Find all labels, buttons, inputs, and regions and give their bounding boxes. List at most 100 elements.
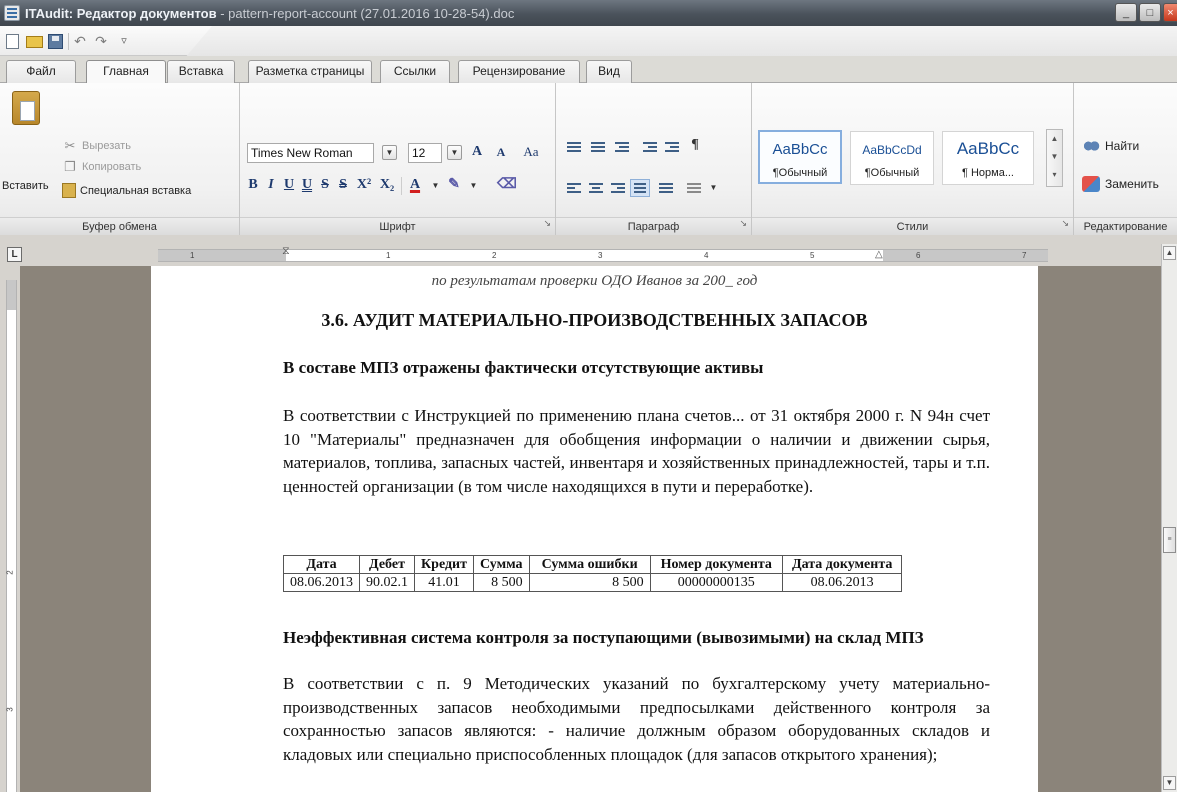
- increase-indent-icon[interactable]: [662, 138, 682, 156]
- tab-view[interactable]: Вид: [586, 60, 632, 83]
- minimize-button[interactable]: _: [1115, 3, 1137, 22]
- redo-icon[interactable]: ↷: [93, 34, 109, 49]
- italic-button[interactable]: I: [262, 176, 280, 196]
- close-button[interactable]: ×: [1163, 3, 1177, 22]
- double-underline-button[interactable]: U: [298, 176, 316, 196]
- styles-group-label: Стили ↘: [752, 217, 1073, 235]
- window-title-doc: - pattern-report-account (27.01.2016 10-…: [216, 5, 515, 21]
- tab-references[interactable]: Ссылки: [380, 60, 450, 83]
- table-header: Кредит: [414, 555, 474, 574]
- quick-access-toolbar: ↶ ↷ ▿: [0, 26, 1177, 56]
- table-header: Дебет: [359, 555, 415, 574]
- align-right-icon[interactable]: [608, 179, 628, 197]
- font-size-select[interactable]: 12: [408, 143, 442, 163]
- highlight-dropdown-icon[interactable]: ▼: [466, 179, 481, 194]
- style-name: ¶ Норма...: [962, 167, 1014, 179]
- scroll-up-icon[interactable]: ▲: [1163, 246, 1176, 260]
- font-group: Times New Roman ▼ 12 ▼ A A Aa B I U U S …: [240, 83, 556, 235]
- open-folder-icon[interactable]: [26, 36, 43, 48]
- numbering-icon[interactable]: [588, 138, 608, 156]
- save-icon[interactable]: [48, 34, 63, 49]
- font-separator: [401, 177, 402, 195]
- line-spacing-icon[interactable]: [656, 179, 676, 197]
- table-cell: 08.06.2013: [283, 573, 360, 592]
- shading-icon[interactable]: [684, 179, 704, 197]
- document-page[interactable]: по результатам проверки ОДО Иванов за 20…: [151, 266, 1038, 792]
- table-cell: 41.01: [414, 573, 474, 592]
- justify-icon[interactable]: [630, 179, 650, 197]
- window-title: ITAudit: Редактор документов - pattern-r…: [25, 6, 514, 21]
- multilevel-list-icon[interactable]: [612, 138, 632, 156]
- strikethrough-button[interactable]: S: [316, 176, 334, 196]
- bullets-icon[interactable]: [564, 138, 584, 156]
- scroll-down-icon[interactable]: ▼: [1163, 776, 1176, 790]
- subscript-button[interactable]: X₂: [376, 176, 398, 196]
- paste-icon[interactable]: [12, 91, 40, 125]
- ruler-label: 2: [492, 251, 497, 260]
- align-left-icon[interactable]: [564, 179, 584, 197]
- font-size-dropdown-icon[interactable]: ▼: [447, 145, 462, 160]
- style-sample: AaBbCc: [956, 139, 1020, 158]
- style-item-normal-2[interactable]: AaBbCcDd ¶Обычный: [850, 131, 934, 185]
- double-strikethrough-button[interactable]: S: [334, 176, 352, 196]
- ruler-label: 1: [386, 251, 391, 260]
- shading-dropdown-icon[interactable]: ▼: [706, 181, 721, 196]
- paste-button[interactable]: Вставить: [2, 180, 49, 192]
- decrease-indent-icon[interactable]: [640, 138, 660, 156]
- ruler-left-margin: [158, 250, 286, 261]
- customize-toolbar-icon[interactable]: ▿: [116, 34, 132, 49]
- font-name-dropdown-icon[interactable]: ▼: [382, 145, 397, 160]
- scissors-icon: ✂: [64, 138, 76, 153]
- font-color-dropdown-icon[interactable]: ▼: [428, 179, 443, 194]
- align-center-icon[interactable]: [586, 179, 606, 197]
- styles-dialog-launcher-icon[interactable]: ↘: [1061, 214, 1069, 232]
- replace-button[interactable]: Заменить: [1082, 176, 1159, 192]
- font-name-select[interactable]: Times New Roman: [247, 143, 374, 163]
- bold-button[interactable]: B: [244, 176, 262, 196]
- section-title: 3.6. АУДИТ МАТЕРИАЛЬНО-ПРОИЗВОДСТВЕННЫХ …: [321, 310, 868, 330]
- undo-icon[interactable]: ↶: [72, 34, 88, 49]
- horizontal-ruler[interactable]: 1 1 2 3 4 5 6 7 ⧖ △: [158, 245, 1048, 262]
- copy-icon: ❐: [64, 159, 76, 174]
- vertical-ruler[interactable]: 2 3: [6, 280, 17, 792]
- table-header: Дата: [283, 555, 360, 574]
- change-case-button[interactable]: Aa: [518, 143, 544, 163]
- underline-button[interactable]: U: [280, 176, 298, 196]
- copy-label: Копировать: [82, 161, 142, 173]
- tab-selector-icon[interactable]: L: [7, 247, 22, 262]
- table-header: Дата документа: [781, 555, 903, 574]
- style-item-normal[interactable]: AaBbCc ¶Обычный: [758, 130, 842, 184]
- copy-button[interactable]: ❐ Копировать: [62, 160, 141, 174]
- pilcrow-button[interactable]: ¶: [686, 136, 704, 156]
- tab-insert[interactable]: Вставка: [167, 60, 235, 83]
- special-paste-button[interactable]: Специальная вставка: [62, 183, 191, 198]
- shrink-font-button[interactable]: A: [492, 143, 510, 163]
- vertical-ruler-label: 3: [5, 707, 15, 712]
- ribbon-tabs: Файл Главная Вставка Разметка страницы С…: [0, 56, 1177, 84]
- vertical-scrollbar[interactable]: ▲ ≡ ▼: [1161, 244, 1177, 792]
- tab-home[interactable]: Главная: [86, 60, 166, 84]
- tab-review[interactable]: Рецензирование: [458, 60, 580, 83]
- cut-button[interactable]: ✂ Вырезать: [62, 139, 131, 153]
- style-item-normal-3[interactable]: AaBbCc ¶ Норма...: [942, 131, 1034, 185]
- data-table: Дата Дебет Кредит Сумма Сумма ошибки Ном…: [283, 555, 903, 592]
- first-line-indent-marker[interactable]: ⧖: [282, 245, 290, 258]
- paragraph-dialog-launcher-icon[interactable]: ↘: [739, 214, 747, 232]
- tab-file[interactable]: Файл: [6, 60, 76, 83]
- superscript-button[interactable]: X²: [353, 176, 375, 196]
- find-button[interactable]: Найти: [1082, 138, 1139, 154]
- highlight-icon[interactable]: ✎: [445, 176, 463, 196]
- right-indent-marker[interactable]: △: [875, 249, 883, 260]
- tab-page-layout[interactable]: Разметка страницы: [248, 60, 372, 83]
- maximize-button[interactable]: □: [1139, 3, 1161, 22]
- table-cell: 8 500: [528, 573, 651, 592]
- style-sample: AaBbCc: [772, 141, 828, 158]
- font-color-button[interactable]: A: [406, 176, 424, 196]
- styles-gallery-scroll[interactable]: ▲ ▼ ▾: [1046, 129, 1063, 187]
- clear-formatting-icon[interactable]: ⌫: [497, 176, 517, 196]
- replace-label: Заменить: [1105, 177, 1159, 191]
- grow-font-button[interactable]: A: [467, 143, 487, 163]
- scrollbar-thumb[interactable]: ≡: [1163, 527, 1176, 553]
- new-document-icon[interactable]: [6, 34, 19, 49]
- font-dialog-launcher-icon[interactable]: ↘: [543, 214, 551, 232]
